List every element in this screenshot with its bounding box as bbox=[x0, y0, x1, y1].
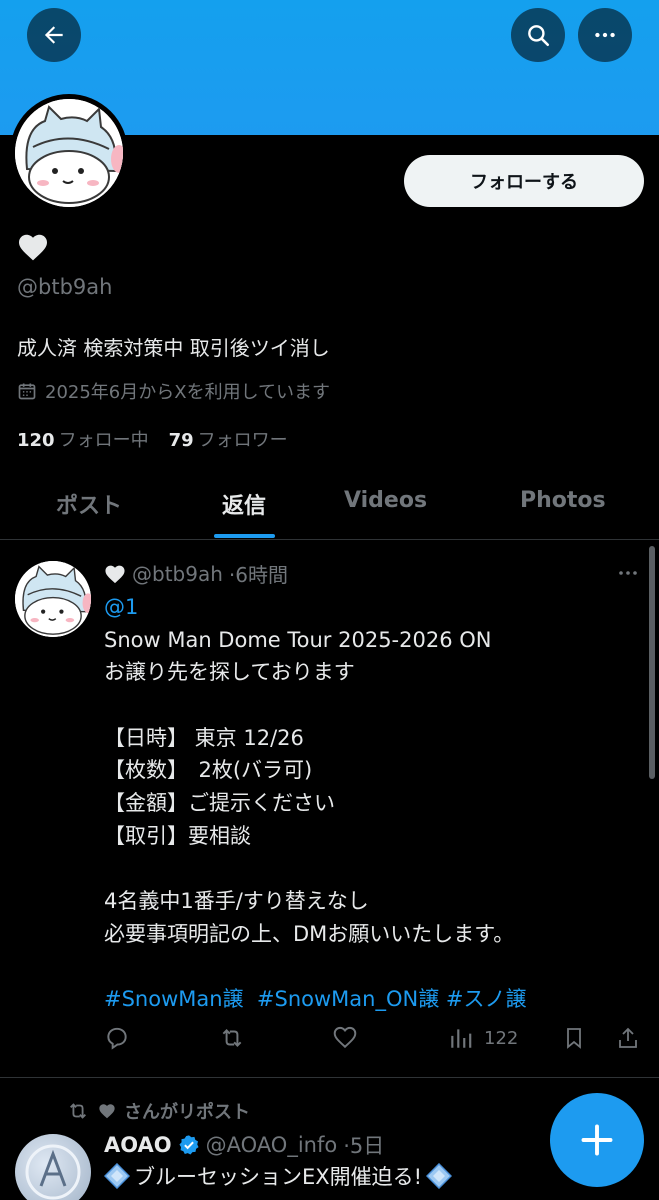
post-line bbox=[104, 689, 634, 722]
aoao-avatar[interactable] bbox=[15, 1134, 91, 1200]
post-line bbox=[104, 853, 634, 886]
aoao-header: AOAO @AOAO_info ·5日 bbox=[104, 1130, 384, 1160]
heart-icon bbox=[19, 234, 47, 261]
post-actions: 122 bbox=[104, 1025, 644, 1055]
post-line: 【取引】要相談 bbox=[104, 823, 251, 848]
post-header: @btb9ah ·6時間 bbox=[104, 559, 288, 588]
repost-icon bbox=[70, 1103, 86, 1119]
profile-avatar[interactable] bbox=[10, 94, 128, 212]
followers-count: 79 bbox=[168, 430, 194, 451]
repost-button[interactable] bbox=[218, 1025, 246, 1051]
like-button[interactable] bbox=[332, 1025, 358, 1049]
more-horizontal-icon bbox=[619, 571, 637, 575]
reply-post[interactable]: @btb9ah ·6時間 @1 Snow Man Dome Tour 2025-2… bbox=[0, 541, 659, 1078]
post-line bbox=[104, 951, 634, 984]
repost-label: さんがリポスト bbox=[124, 1102, 250, 1123]
post-line: 【枚数】 2枚(バラ可) bbox=[104, 758, 313, 783]
profile-tabs: ポスト 返信 Videos Photos bbox=[0, 474, 659, 540]
bar-chart-icon bbox=[451, 1029, 472, 1048]
aoao-post-text: ブルーセッションEX開催迫る! bbox=[104, 1161, 453, 1191]
aoao-name[interactable]: AOAO bbox=[104, 1133, 172, 1157]
post-avatar[interactable] bbox=[15, 561, 91, 637]
joined-text: 2025年6月からXを利用しています bbox=[45, 382, 331, 403]
follow-counts: 120 フォロー中 79 フォロワー bbox=[17, 426, 288, 452]
character-avatar-icon bbox=[15, 561, 91, 637]
reply-mention[interactable]: @1 bbox=[104, 591, 634, 624]
followers-label: フォロワー bbox=[197, 430, 288, 451]
heart-outline-icon bbox=[333, 1026, 357, 1049]
more-horizontal-icon bbox=[595, 32, 615, 38]
post-handle[interactable]: @btb9ah bbox=[132, 562, 223, 586]
tab-photos[interactable]: Photos bbox=[520, 488, 606, 513]
compose-button[interactable] bbox=[550, 1093, 644, 1187]
aoao-logo-icon bbox=[25, 1144, 81, 1200]
post-line: Snow Man Dome Tour 2025-2026 ON bbox=[104, 627, 492, 652]
tab-videos[interactable]: Videos bbox=[344, 488, 427, 513]
profile-handle: @btb9ah bbox=[17, 275, 113, 299]
verified-badge-icon bbox=[179, 1135, 199, 1155]
reply-icon bbox=[107, 1027, 127, 1050]
tab-posts[interactable]: ポスト bbox=[56, 488, 122, 520]
tab-replies[interactable]: 返信 bbox=[222, 488, 266, 520]
aoao-handle[interactable]: @AOAO_info bbox=[206, 1133, 338, 1157]
share-button[interactable] bbox=[616, 1025, 640, 1051]
repost-icon bbox=[222, 1029, 242, 1047]
aoao-text: ブルーセッションEX開催迫る! bbox=[134, 1165, 423, 1189]
follow-button[interactable]: フォローする bbox=[404, 155, 644, 207]
followers-link[interactable]: 79 フォロワー bbox=[169, 426, 288, 452]
display-name bbox=[17, 232, 49, 266]
post-line: お譲り先を探しております bbox=[104, 660, 355, 685]
character-avatar-icon bbox=[15, 99, 123, 207]
post-more-button[interactable] bbox=[616, 561, 640, 589]
search-button[interactable] bbox=[511, 8, 565, 62]
plus-icon bbox=[581, 1124, 613, 1156]
diamond-emoji-icon bbox=[104, 1163, 130, 1189]
following-count: 120 bbox=[17, 430, 55, 451]
back-button[interactable] bbox=[27, 8, 81, 62]
bookmark-button[interactable] bbox=[562, 1025, 586, 1051]
bookmark-icon bbox=[567, 1028, 581, 1049]
joined-date: 2025年6月からXを利用しています bbox=[17, 378, 330, 404]
search-icon bbox=[528, 25, 550, 47]
scrollbar[interactable] bbox=[649, 546, 655, 779]
following-link[interactable]: 120 フォロー中 bbox=[17, 426, 149, 452]
post-hashtags[interactable]: #SnowMan譲 #SnowMan_ON譲 #スノ譲 bbox=[104, 983, 634, 1016]
share-icon bbox=[619, 1027, 637, 1048]
profile-bio: 成人済 検索対策中 取引後ツイ消し bbox=[17, 336, 330, 360]
post-time[interactable]: ·6時間 bbox=[229, 559, 288, 588]
post-body: @1 Snow Man Dome Tour 2025-2026 ON お譲り先を… bbox=[104, 591, 634, 1016]
arrow-left-icon bbox=[44, 26, 63, 44]
heart-icon bbox=[99, 1104, 115, 1119]
following-label: フォロー中 bbox=[58, 430, 149, 451]
post-line: 4名義中1番手/すり替えなし bbox=[104, 889, 369, 914]
aoao-time[interactable]: ·5日 bbox=[343, 1130, 384, 1160]
active-tab-indicator bbox=[214, 534, 275, 538]
views-count: 122 bbox=[484, 1027, 519, 1049]
heart-icon bbox=[105, 565, 125, 583]
more-button[interactable] bbox=[578, 8, 632, 62]
post-line: 【日時】 東京 12/26 bbox=[104, 725, 304, 750]
calendar-icon bbox=[18, 383, 36, 400]
views-button[interactable]: 122 bbox=[448, 1025, 518, 1051]
reply-button[interactable] bbox=[104, 1025, 130, 1051]
post-line: 必要事項明記の上、DMお願いいたします。 bbox=[104, 921, 515, 946]
post-line: 【金額】ご提示ください bbox=[104, 791, 335, 816]
diamond-emoji-icon bbox=[426, 1163, 453, 1189]
repost-indicator: さんがリポスト bbox=[66, 1098, 250, 1124]
